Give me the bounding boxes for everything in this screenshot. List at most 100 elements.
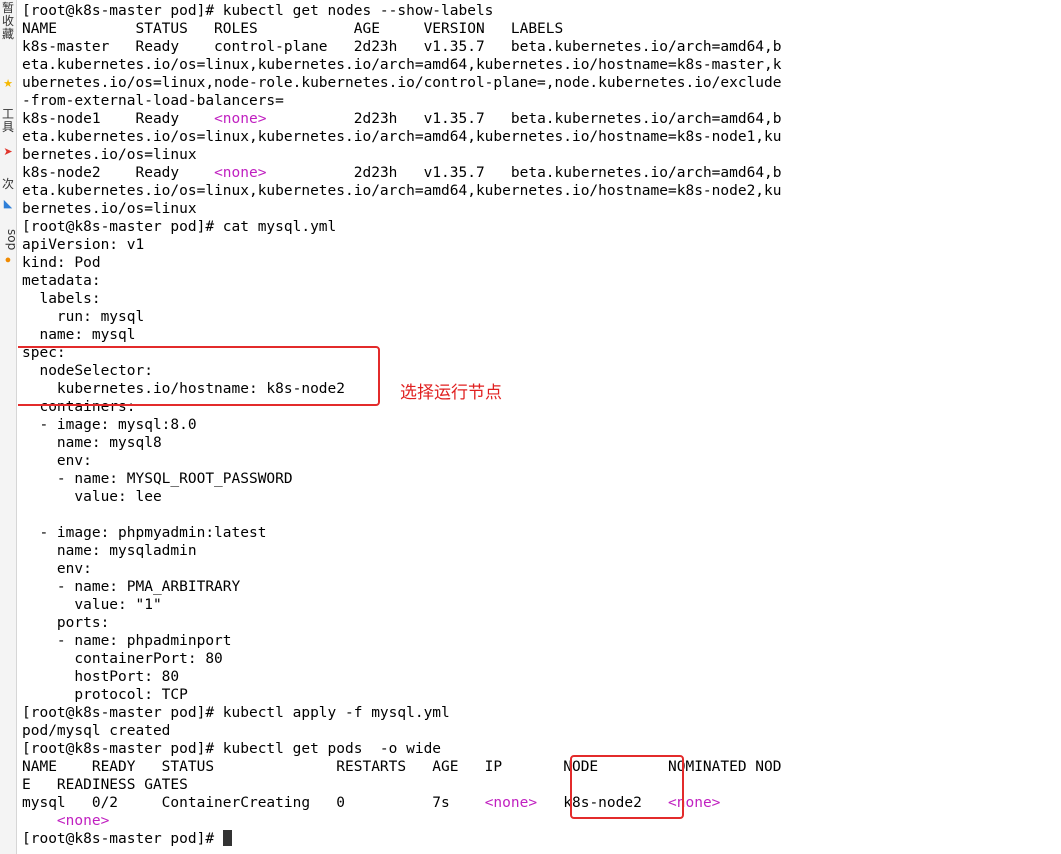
screenshot-root: 暂 收 藏 ★ 工 具 ➤ 次 ◣ sop ● [root@k8s-master… [0,0,1061,854]
terminal-line: - image: phpmyadmin:latest [22,524,782,542]
terminal-line: [root@k8s-master pod]# kubectl apply -f … [22,704,782,722]
terminal-text: env: [22,453,92,469]
terminal-text: E READINESS GATES [22,777,188,793]
annotation-box-node-selector [18,346,380,406]
sidebar-text-7: sop [5,229,19,251]
terminal-text: hostPort: 80 [22,669,180,685]
terminal-line: [root@k8s-master pod]# kubectl get nodes… [22,2,782,20]
terminal-text: k8s-master Ready control-plane 2d23h v1.… [22,39,782,55]
terminal-line: protocol: TCP [22,686,782,704]
terminal-text: protocol: TCP [22,687,188,703]
terminal-text: - name: phpadminport [22,633,232,649]
terminal-text: kind: Pod [22,255,101,271]
terminal-text: - image: mysql:8.0 [22,417,197,433]
terminal-line: k8s-node2 Ready <none> 2d23h v1.35.7 bet… [22,164,782,182]
blue-send-icon[interactable]: ◣ [2,198,14,210]
terminal-line: NAME STATUS ROLES AGE VERSION LABELS [22,20,782,38]
terminal-text: metadata: [22,273,101,289]
terminal-line: containerPort: 80 [22,650,782,668]
terminal-text: eta.kubernetes.io/os=linux,kubernetes.io… [22,183,782,199]
browser-sidebar: 暂 收 藏 ★ 工 具 ➤ 次 ◣ sop ● [0,0,19,854]
terminal-text: -from-external-load-balancers= [22,93,284,109]
terminal-line: k8s-master Ready control-plane 2d23h v1.… [22,38,782,56]
terminal-text: eta.kubernetes.io/os=linux,kubernetes.io… [22,129,782,145]
terminal-output: [root@k8s-master pod]# kubectl get nodes… [22,2,782,848]
terminal-text: containerPort: 80 [22,651,223,667]
red-arrow-icon[interactable]: ➤ [2,146,14,158]
terminal-line: value: lee [22,488,782,506]
terminal-text: env: [22,561,92,577]
terminal-text: [root@k8s-master pod]# kubectl get nodes… [22,3,494,19]
terminal-text: ubernetes.io/os=linux,node-role.kubernet… [22,75,782,91]
terminal-line: pod/mysql created [22,722,782,740]
terminal-text: ports: [22,615,110,631]
terminal-line: env: [22,560,782,578]
terminal-line: bernetes.io/os=linux [22,200,782,218]
terminal-text: [root@k8s-master pod]# [22,831,223,847]
sidebar-text-5: 具 [1,120,14,134]
terminal-text: value: "1" [22,597,162,613]
terminal-line: name: mysql [22,326,782,344]
terminal-text: k8s-node1 Ready [22,111,215,127]
none-placeholder: <none> [484,795,538,811]
orange-circle-icon[interactable]: ● [2,254,14,266]
terminal-line: run: mysql [22,308,782,326]
terminal-text: eta.kubernetes.io/os=linux,kubernetes.io… [22,57,782,73]
terminal-text: [root@k8s-master pod]# kubectl apply -f … [22,705,450,721]
terminal-text: name: mysqladmin [22,543,197,559]
terminal-line: apiVersion: v1 [22,236,782,254]
terminal-window[interactable]: [root@k8s-master pod]# kubectl get nodes… [18,0,1061,854]
terminal-line: eta.kubernetes.io/os=linux,kubernetes.io… [22,182,782,200]
terminal-text: pod/mysql created [22,723,171,739]
terminal-text: NAME STATUS ROLES AGE VERSION LABELS [22,21,564,37]
terminal-line: hostPort: 80 [22,668,782,686]
right-edge [1055,0,1061,854]
terminal-text: k8s-node2 Ready [22,165,215,181]
terminal-text: apiVersion: v1 [22,237,145,253]
terminal-cursor [222,830,232,846]
terminal-line: k8s-node1 Ready <none> 2d23h v1.35.7 bet… [22,110,782,128]
terminal-line: - name: MYSQL_ROOT_PASSWORD [22,470,782,488]
terminal-text: name: mysql [22,327,136,343]
terminal-text: [root@k8s-master pod]# cat mysql.yml [22,219,337,235]
terminal-line: env: [22,452,782,470]
terminal-line: kind: Pod [22,254,782,272]
terminal-text: - name: PMA_ARBITRARY [22,579,241,595]
terminal-line: - name: PMA_ARBITRARY [22,578,782,596]
terminal-line: value: "1" [22,596,782,614]
terminal-line: [root@k8s-master pod]# [22,830,782,848]
terminal-text: bernetes.io/os=linux [22,147,197,163]
terminal-line: - image: mysql:8.0 [22,416,782,434]
terminal-text: [root@k8s-master pod]# kubectl get pods … [22,741,442,757]
terminal-line: name: mysqladmin [22,542,782,560]
terminal-line: ubernetes.io/os=linux,node-role.kubernet… [22,74,782,92]
terminal-line: - name: phpadminport [22,632,782,650]
terminal-line: eta.kubernetes.io/os=linux,kubernetes.io… [22,56,782,74]
terminal-text: mysql 0/2 ContainerCreating 0 7s [22,795,485,811]
terminal-text: bernetes.io/os=linux [22,201,197,217]
sidebar-text-6: 次 [1,177,14,191]
terminal-line: -from-external-load-balancers= [22,92,782,110]
terminal-line: [root@k8s-master pod]# cat mysql.yml [22,218,782,236]
none-placeholder: <none> [214,111,267,127]
terminal-line: ports: [22,614,782,632]
terminal-text: labels: [22,291,101,307]
terminal-text: value: lee [22,489,162,505]
annotation-box-node-column [570,755,684,819]
terminal-text: run: mysql [22,309,145,325]
terminal-line: eta.kubernetes.io/os=linux,kubernetes.io… [22,128,782,146]
terminal-text: - name: MYSQL_ROOT_PASSWORD [22,471,293,487]
terminal-text: 2d23h v1.35.7 beta.kubernetes.io/arch=am… [266,165,782,181]
terminal-line: name: mysql8 [22,434,782,452]
none-placeholder: <none> [214,165,267,181]
terminal-line: metadata: [22,272,782,290]
star-icon[interactable]: ★ [2,78,14,90]
terminal-text: - image: phpmyadmin:latest [22,525,267,541]
sidebar-text-3: 藏 [1,27,14,41]
terminal-text: 2d23h v1.35.7 beta.kubernetes.io/arch=am… [266,111,782,127]
terminal-line: labels: [22,290,782,308]
terminal-line: bernetes.io/os=linux [22,146,782,164]
annotation-label: 选择运行节点 [400,383,502,403]
